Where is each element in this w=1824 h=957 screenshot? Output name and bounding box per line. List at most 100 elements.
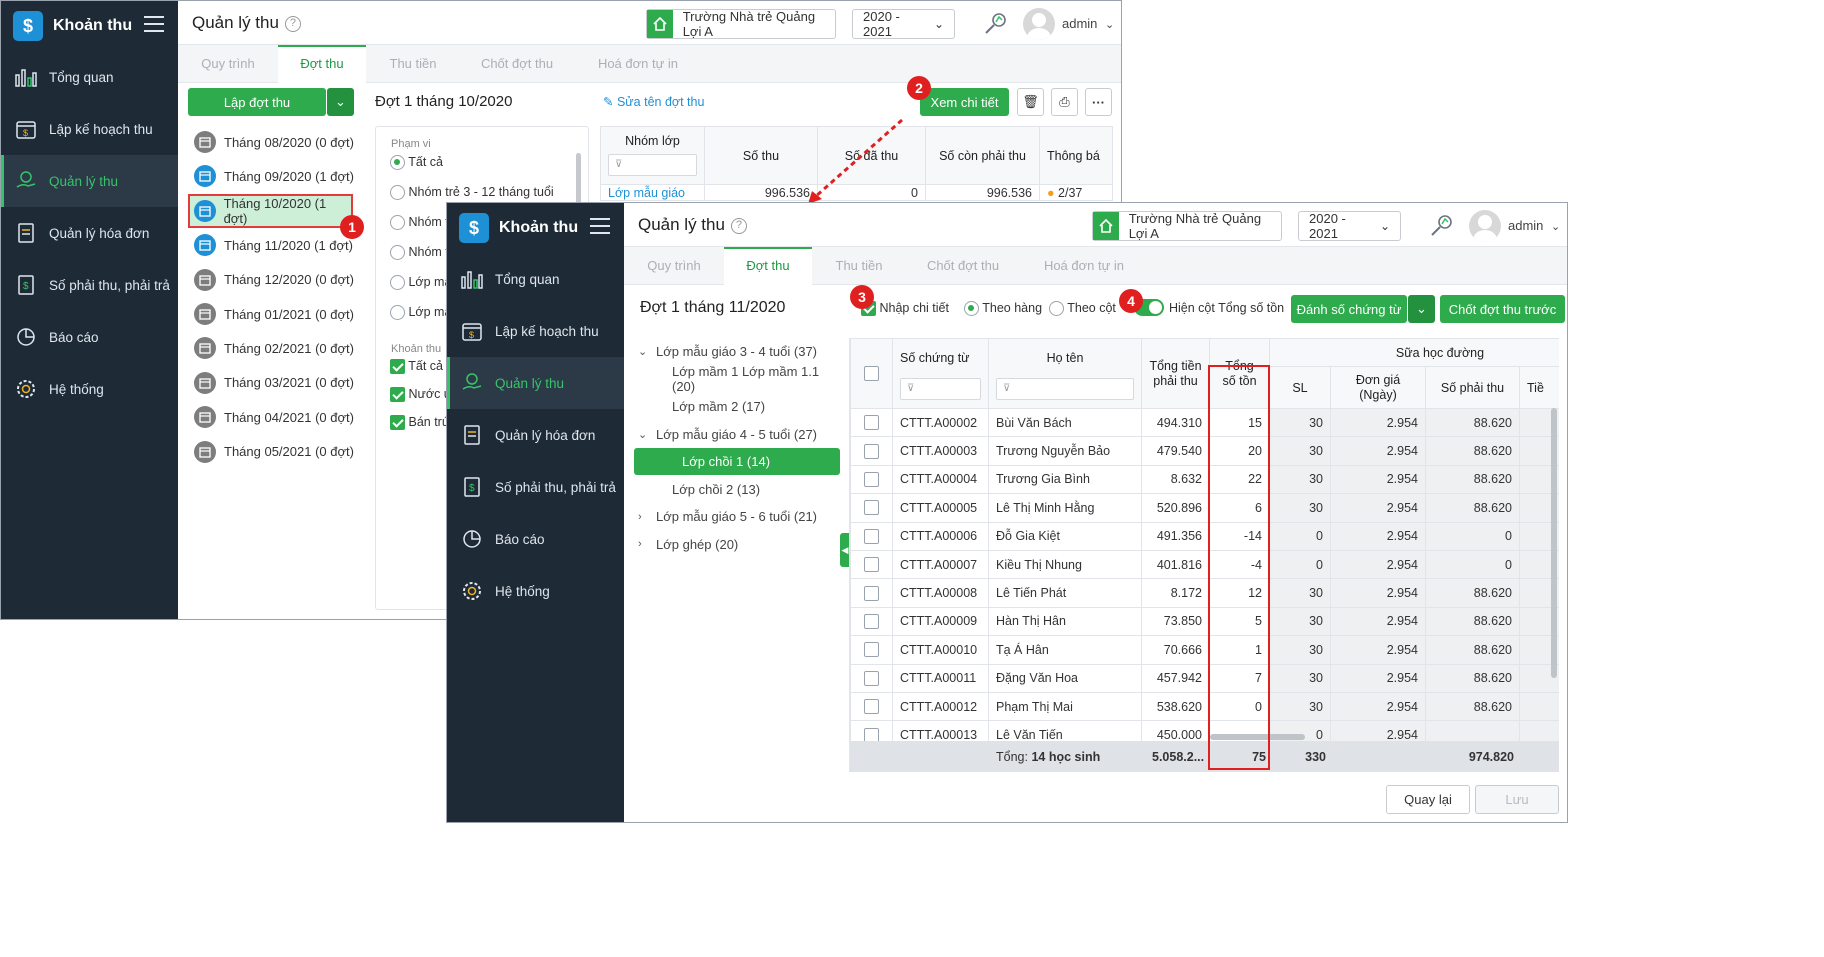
tab-batch[interactable]: Đợt thu: [724, 247, 812, 285]
qty-cell[interactable]: 30: [1269, 407, 1331, 438]
fee-checkbox[interactable]: [390, 359, 405, 375]
table-row[interactable]: CTTT.A00006 Đỗ Gia Kiệt 491.356 -14 0 2.954 0: [850, 521, 1559, 551]
qty-cell[interactable]: 0: [1269, 549, 1331, 580]
by-col-radio[interactable]: [1049, 301, 1064, 317]
filter-input[interactable]: ⊽: [900, 378, 981, 400]
qty-cell[interactable]: 30: [1269, 436, 1331, 466]
fee-option[interactable]: Tất cả: [390, 359, 451, 387]
table-row[interactable]: CTTT.A00009 Hàn Thị Hân 73.850 5 30 2.954 88.6…: [850, 606, 1559, 637]
price-cell[interactable]: 2.954: [1330, 663, 1426, 693]
nav-item-invoice[interactable]: Quản lý hóa đơn: [447, 409, 624, 461]
scope-radio[interactable]: [390, 185, 405, 201]
table-row[interactable]: CTTT.A00003 Trương Nguyễn Bảo 479.540 20 30 2…: [850, 436, 1559, 466]
table-row[interactable]: CTTT.A00010 Tạ Á Hân 70.666 1 30 2.954 88.620: [850, 635, 1559, 665]
qty-cell[interactable]: 30: [1269, 635, 1331, 665]
price-cell[interactable]: 2.954: [1330, 606, 1426, 637]
month-item[interactable]: Tháng 02/2021 (0 đợt): [194, 331, 354, 365]
tab-close-batch[interactable]: Chốt đợt thu: [460, 45, 574, 83]
tree-item[interactable]: ⌄ Lớp mẫu giáo 4 - 5 tuổi (27): [638, 421, 817, 448]
school-selector[interactable]: Trường Nhà trẻ Quảng Lợi A: [1092, 211, 1282, 241]
filter-input[interactable]: ⊽: [996, 378, 1134, 400]
row-checkbox[interactable]: [864, 528, 879, 544]
scope-radio[interactable]: [390, 215, 405, 231]
fee-checkbox[interactable]: [390, 387, 405, 403]
qty-cell[interactable]: 30: [1269, 578, 1331, 608]
hamburger-icon[interactable]: [590, 218, 610, 234]
nav-item-overview[interactable]: Tổng quan: [447, 253, 624, 305]
price-cell[interactable]: 2.954: [1330, 691, 1426, 722]
row-checkbox[interactable]: [864, 642, 879, 658]
nav-item-system[interactable]: Hệ thống: [447, 565, 624, 617]
tab-collect[interactable]: Thu tiền: [812, 247, 906, 285]
fee-checkbox[interactable]: [390, 415, 405, 431]
hamburger-icon[interactable]: [144, 16, 164, 32]
row-checkbox[interactable]: [864, 500, 879, 516]
close-prev-batch-button[interactable]: Chốt đợt thu trước: [1440, 295, 1565, 323]
price-cell[interactable]: 2.954: [1330, 521, 1426, 551]
chevron-right-icon[interactable]: ›: [638, 538, 656, 550]
row-checkbox[interactable]: [864, 472, 879, 488]
more-button[interactable]: ···: [1085, 88, 1112, 116]
scope-radio[interactable]: [390, 275, 405, 291]
qty-cell[interactable]: 30: [1269, 464, 1331, 495]
tree-item[interactable]: Lớp mầm 2 (17): [672, 393, 765, 420]
table-row[interactable]: CTTT.A00008 Lê Tiến Phát 8.172 12 30 2.954 88.…: [850, 578, 1559, 608]
tab-self-invoice[interactable]: Hoá đơn tự in: [1020, 247, 1148, 285]
tree-item[interactable]: › Lớp mẫu giáo 5 - 6 tuổi (21): [638, 503, 817, 530]
print-button[interactable]: ⎙: [1051, 88, 1078, 116]
tab-self-invoice[interactable]: Hoá đơn tự in: [574, 45, 702, 83]
nav-item-plan[interactable]: $ Lập kế hoạch thu: [447, 305, 624, 357]
tab-close-batch[interactable]: Chốt đợt thu: [906, 247, 1020, 285]
month-item[interactable]: Tháng 11/2020 (1 đợt): [194, 228, 353, 262]
by-row-radio[interactable]: [964, 301, 979, 317]
month-item[interactable]: Tháng 04/2021 (0 đợt): [194, 400, 354, 434]
tree-item[interactable]: Lớp chồi 1 (14): [634, 448, 840, 475]
scope-radio[interactable]: [390, 155, 405, 171]
tree-item[interactable]: Lớp mầm 1 Lớp mầm 1.1 (20): [672, 364, 840, 394]
help-icon[interactable]: ?: [284, 16, 301, 32]
view-detail-button[interactable]: Xem chi tiết: [920, 88, 1009, 116]
tree-item[interactable]: ⌄ Lớp mẫu giáo 3 - 4 tuổi (37): [638, 338, 817, 365]
help-icon[interactable]: ?: [730, 218, 747, 234]
nav-item-overview[interactable]: Tổng quan: [1, 51, 178, 103]
price-cell[interactable]: 2.954: [1330, 407, 1426, 438]
row-checkbox[interactable]: [864, 557, 879, 573]
user-menu[interactable]: admin ⌄: [1508, 218, 1560, 233]
rename-batch-link[interactable]: ✎ Sửa tên đợt thu: [603, 94, 704, 109]
vertical-scrollbar[interactable]: [1551, 408, 1557, 678]
scope-option[interactable]: Tất cả: [390, 155, 554, 185]
qty-cell[interactable]: 30: [1269, 691, 1331, 722]
scope-radio[interactable]: [390, 305, 405, 321]
month-item[interactable]: Tháng 08/2020 (0 đợt): [194, 125, 354, 159]
row-checkbox[interactable]: [864, 585, 879, 601]
back-button[interactable]: Quay lại: [1386, 785, 1470, 814]
user-menu[interactable]: admin ⌄: [1062, 16, 1114, 31]
create-batch-button[interactable]: Lập đợt thu: [188, 88, 326, 116]
nav-item-ledger[interactable]: $ Số phải thu, phải trả: [1, 259, 178, 311]
table-row[interactable]: CTTT.A00011 Đặng Văn Hoa 457.942 7 30 2.954 88…: [850, 663, 1559, 693]
month-item[interactable]: Tháng 12/2020 (0 đợt): [194, 263, 354, 297]
tab-process[interactable]: Quy trình: [624, 247, 724, 285]
price-cell[interactable]: 2.954: [1330, 578, 1426, 608]
tab-batch[interactable]: Đợt thu: [278, 45, 366, 83]
table-row[interactable]: CTTT.A00004 Trương Gia Bình 8.632 22 30 2.954…: [850, 464, 1559, 495]
nav-item-collection[interactable]: Quản lý thu: [1, 155, 178, 207]
row-checkbox[interactable]: [864, 614, 879, 630]
month-item[interactable]: Tháng 10/2020 (1 đợt): [188, 193, 353, 228]
month-item[interactable]: Tháng 09/2020 (1 đợt): [194, 159, 354, 193]
save-button[interactable]: Lưu: [1475, 785, 1559, 814]
row-checkbox[interactable]: [864, 699, 879, 715]
filter-input[interactable]: ⊽: [608, 154, 697, 176]
number-docs-dropdown[interactable]: ⌄: [1408, 295, 1435, 323]
school-selector[interactable]: Trường Nhà trẻ Quảng Lợi A: [646, 9, 836, 39]
fee-option[interactable]: Nước u: [390, 387, 451, 415]
nav-item-ledger[interactable]: $ Số phải thu, phải trả: [447, 461, 624, 513]
table-row[interactable]: CTTT.A00005 Lê Thị Minh Hằng 520.896 6 30 2.9…: [850, 493, 1559, 523]
qty-cell[interactable]: 30: [1269, 606, 1331, 637]
nav-item-plan[interactable]: $ Lập kế hoạch thu: [1, 103, 178, 155]
chevron-down-icon[interactable]: ⌄: [638, 345, 656, 358]
tab-process[interactable]: Quy trình: [178, 45, 278, 83]
option-by-row[interactable]: Theo hàng: [964, 301, 1042, 317]
qty-cell[interactable]: 30: [1269, 663, 1331, 693]
nav-item-collection[interactable]: Quản lý thu: [447, 357, 624, 409]
